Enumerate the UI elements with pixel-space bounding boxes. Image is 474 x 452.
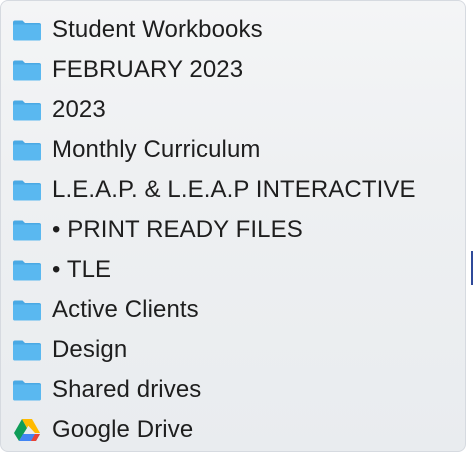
folder-icon (12, 218, 42, 242)
menu-item-design[interactable]: Design (1, 330, 465, 370)
menu-item-active-clients[interactable]: Active Clients (1, 290, 465, 330)
folder-icon (12, 178, 42, 202)
folder-icon (12, 58, 42, 82)
google-drive-icon (12, 418, 42, 442)
menu-item-label: • PRINT READY FILES (52, 216, 303, 243)
folder-icon (12, 258, 42, 282)
folder-icon (12, 18, 42, 42)
folder-icon (12, 338, 42, 362)
menu-item-label: FEBRUARY 2023 (52, 56, 244, 83)
menu-item-label: • TLE (52, 256, 112, 283)
menu-item-label: Active Clients (52, 296, 199, 323)
folder-icon (12, 138, 42, 162)
window-edge-marker (471, 251, 473, 285)
folder-icon (12, 298, 42, 322)
menu-item-label: L.E.A.P. & L.E.A.P INTERACTIVE (52, 176, 416, 203)
menu-item-february-2023[interactable]: FEBRUARY 2023 (1, 50, 465, 90)
menu-item-leap-interactive[interactable]: L.E.A.P. & L.E.A.P INTERACTIVE (1, 170, 465, 210)
menu-item-label: Shared drives (52, 376, 202, 403)
menu-item-2023[interactable]: 2023 (1, 90, 465, 130)
menu-item-google-drive[interactable]: Google Drive (1, 410, 465, 450)
folder-icon (12, 378, 42, 402)
folder-path-menu: Student Workbooks FEBRUARY 2023 2023 Mon… (0, 0, 466, 452)
menu-item-student-workbooks[interactable]: Student Workbooks (1, 10, 465, 50)
menu-item-label: 2023 (52, 96, 106, 123)
menu-item-monthly-curriculum[interactable]: Monthly Curriculum (1, 130, 465, 170)
menu-item-tle[interactable]: • TLE (1, 250, 465, 290)
menu-item-label: Design (52, 336, 128, 363)
menu-item-label: Monthly Curriculum (52, 136, 261, 163)
menu-item-print-ready-files[interactable]: • PRINT READY FILES (1, 210, 465, 250)
menu-item-label: Student Workbooks (52, 16, 263, 43)
folder-icon (12, 98, 42, 122)
menu-item-label: Google Drive (52, 416, 194, 443)
menu-item-shared-drives[interactable]: Shared drives (1, 370, 465, 410)
